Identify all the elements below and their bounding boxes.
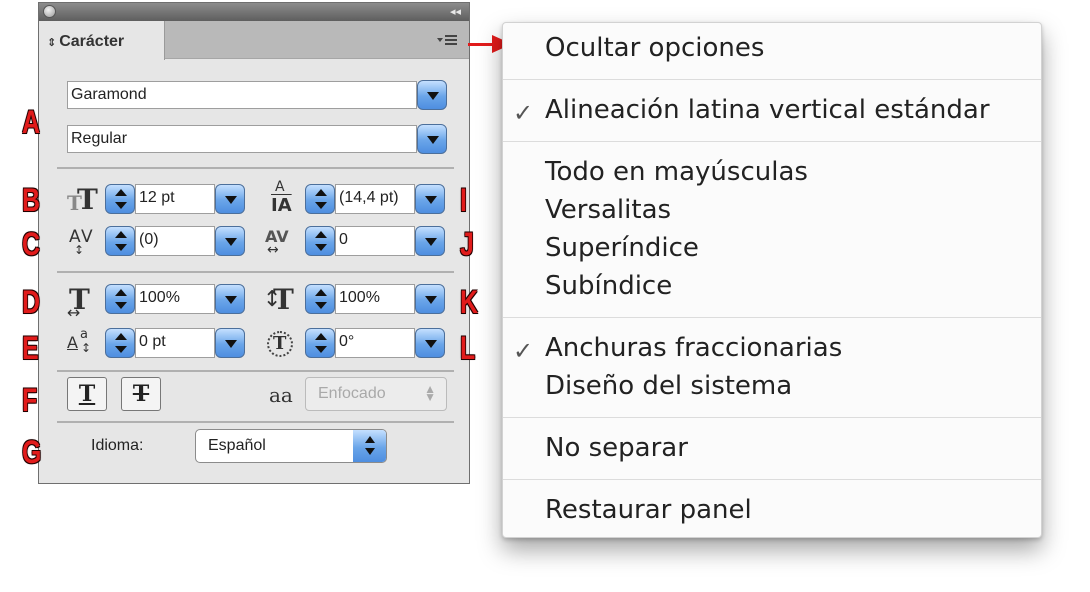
horizontal-scale-field[interactable]: 100% <box>335 284 415 314</box>
antialias-value: Enfocado <box>318 385 386 402</box>
callout-f: F <box>22 382 38 418</box>
antialias-select[interactable]: Enfocado ▲ ▼ <box>305 377 447 411</box>
tracking-dropdown-button[interactable] <box>415 226 445 256</box>
menu-separator <box>503 317 1041 318</box>
menu-separator <box>503 79 1041 80</box>
kerning-icon: A V ↕ <box>69 227 93 257</box>
updown-icon <box>353 430 386 462</box>
divider <box>57 271 454 273</box>
menu-separator <box>503 141 1041 142</box>
panel-menu-button[interactable] <box>437 33 461 47</box>
strikethrough-button[interactable]: T <box>121 377 161 411</box>
character-rotation-icon: T <box>265 327 301 363</box>
vertical-scale-field[interactable]: 100% <box>135 284 215 314</box>
menu-separator <box>503 417 1041 418</box>
triangle-down-icon <box>437 38 443 42</box>
language-label: Idioma: <box>91 437 144 454</box>
callout-e: E <box>22 330 39 366</box>
close-panel-button[interactable] <box>43 5 56 18</box>
divider <box>57 167 454 169</box>
leading-stepper[interactable] <box>305 184 335 214</box>
hamburger-icon <box>445 35 457 45</box>
callout-g: G <box>22 434 42 470</box>
horizontal-scale-icon: ↕ T <box>263 283 294 316</box>
vertical-scale-stepper[interactable] <box>105 284 135 314</box>
menu-item-reset-panel[interactable]: Restaurar panel <box>545 495 752 525</box>
menu-item-small-caps[interactable]: Versalitas <box>545 195 671 225</box>
callout-b: B <box>22 182 41 218</box>
menu-item-superscript[interactable]: Superíndice <box>545 233 699 263</box>
callout-d: D <box>22 284 41 320</box>
menu-separator <box>503 479 1041 480</box>
kerning-stepper[interactable] <box>105 226 135 256</box>
updown-icon: ⇕ <box>47 37 57 49</box>
baseline-shift-stepper[interactable] <box>105 328 135 358</box>
panel-options-menu: Ocultar opciones ✓ Alineación latina ver… <box>502 22 1042 538</box>
panel-titlebar: ◂◂ <box>39 3 469 21</box>
menu-item-system-layout[interactable]: Diseño del sistema <box>545 371 792 401</box>
callout-l: L <box>460 330 476 366</box>
callout-i: I <box>460 182 467 218</box>
baseline-shift-dropdown-button[interactable] <box>215 328 245 358</box>
rotation-dropdown-button[interactable] <box>415 328 445 358</box>
font-size-dropdown-button[interactable] <box>215 184 245 214</box>
language-select[interactable]: Español <box>195 429 387 463</box>
menu-item-subscript[interactable]: Subíndice <box>545 271 672 301</box>
font-family-dropdown-button[interactable] <box>417 80 447 110</box>
rotation-field[interactable]: 0° <box>335 328 415 358</box>
kerning-dropdown-button[interactable] <box>215 226 245 256</box>
leading-field[interactable]: (14,4 pt) <box>335 184 415 214</box>
underline-button[interactable]: T <box>67 377 107 411</box>
tracking-stepper[interactable] <box>305 226 335 256</box>
tab-character-label: Carácter <box>59 33 125 50</box>
divider <box>57 370 454 372</box>
vertical-scale-dropdown-button[interactable] <box>215 284 245 314</box>
font-style-field[interactable]: Regular <box>67 125 417 153</box>
antialias-icon: aa <box>269 383 293 407</box>
baseline-shift-field[interactable]: 0 pt <box>135 328 215 358</box>
kerning-field[interactable]: (0) <box>135 226 215 256</box>
font-size-icon: T T <box>67 183 98 216</box>
panel-tabbar: ⇕ Carácter <box>39 21 469 60</box>
checkmark-icon: ✓ <box>513 337 534 365</box>
rotation-stepper[interactable] <box>305 328 335 358</box>
font-size-field[interactable]: 12 pt <box>135 184 215 214</box>
menu-item-fractional-widths[interactable]: Anchuras fraccionarias <box>545 333 842 363</box>
menu-item-hide-options[interactable]: Ocultar opciones <box>545 33 764 63</box>
callout-k: K <box>460 284 479 320</box>
font-style-dropdown-button[interactable] <box>417 124 447 154</box>
leading-dropdown-button[interactable] <box>415 184 445 214</box>
horizontal-scale-stepper[interactable] <box>305 284 335 314</box>
font-size-stepper[interactable] <box>105 184 135 214</box>
tracking-field[interactable]: 0 <box>335 226 415 256</box>
font-family-field[interactable]: Garamond <box>67 81 417 109</box>
leading-icon: A IA <box>271 179 292 216</box>
baseline-shift-icon: A a ↕ <box>67 327 92 355</box>
menu-item-all-caps[interactable]: Todo en mayúsculas <box>545 157 808 187</box>
callout-j: J <box>460 226 474 262</box>
callout-a: A <box>22 104 41 140</box>
vertical-scale-icon: T ↔ <box>67 283 90 322</box>
callout-c: C <box>22 226 41 262</box>
collapse-panel-icon[interactable]: ◂◂ <box>450 5 461 18</box>
checkmark-icon: ✓ <box>513 99 534 127</box>
language-value: Español <box>208 437 266 454</box>
tab-character[interactable]: ⇕ Carácter <box>39 21 165 60</box>
horizontal-scale-dropdown-button[interactable] <box>415 284 445 314</box>
menu-item-vertical-roman-alignment[interactable]: Alineación latina vertical estándar <box>545 95 990 125</box>
divider <box>57 421 454 423</box>
tracking-icon: AV ↔ <box>265 227 289 258</box>
character-panel: ◂◂ ⇕ Carácter Garamond Regular T T 12 pt … <box>38 2 470 484</box>
updown-icon: ▲ ▼ <box>424 382 436 404</box>
menu-item-no-break[interactable]: No separar <box>545 433 688 463</box>
